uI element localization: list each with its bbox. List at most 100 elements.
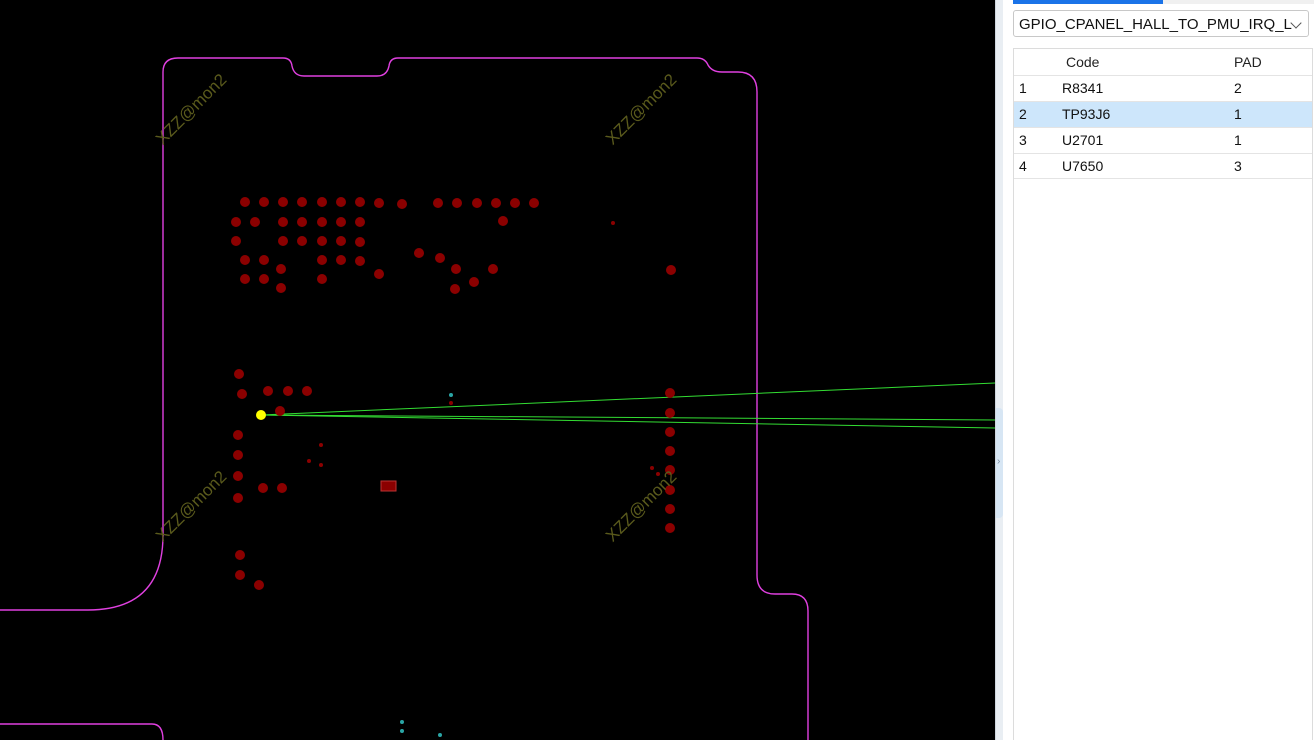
row-pad: 3 [1234, 158, 1242, 174]
pad[interactable] [374, 269, 384, 279]
pad[interactable] [259, 255, 269, 265]
pad[interactable] [297, 197, 307, 207]
pad[interactable] [235, 550, 245, 560]
column-header-pad[interactable]: PAD [1234, 49, 1262, 75]
pad[interactable] [488, 264, 498, 274]
row-code: R8341 [1062, 80, 1104, 96]
pad[interactable] [491, 198, 501, 208]
pad[interactable] [450, 284, 460, 294]
selected-pad[interactable] [256, 410, 266, 420]
pcb-drawing[interactable] [0, 0, 995, 740]
pad[interactable] [250, 217, 260, 227]
pad[interactable] [234, 369, 244, 379]
pad[interactable] [240, 197, 250, 207]
pad[interactable] [297, 217, 307, 227]
pad[interactable] [278, 197, 288, 207]
pad[interactable] [665, 408, 675, 418]
pad[interactable] [355, 237, 365, 247]
pad[interactable] [259, 197, 269, 207]
pad[interactable] [374, 198, 384, 208]
pad[interactable] [254, 580, 264, 590]
pad[interactable] [302, 386, 312, 396]
pad[interactable] [235, 570, 245, 580]
pad[interactable] [433, 198, 443, 208]
pad[interactable] [317, 217, 327, 227]
row-pad: 1 [1234, 132, 1242, 148]
pad[interactable] [472, 198, 482, 208]
pad[interactable] [317, 197, 327, 207]
pad[interactable] [277, 483, 287, 493]
pad[interactable] [452, 198, 462, 208]
small-pad [650, 466, 654, 470]
table-row-selected[interactable]: 2 TP93J6 1 [1014, 101, 1312, 127]
table-row[interactable]: 4 U7650 3 [1014, 153, 1312, 179]
pad[interactable] [317, 274, 327, 284]
pad[interactable] [355, 256, 365, 266]
net-select-dropdown[interactable]: GPIO_CPANEL_HALL_TO_PMU_IRQ_L [1013, 10, 1309, 37]
net-select-value: GPIO_CPANEL_HALL_TO_PMU_IRQ_L [1019, 16, 1292, 33]
pad[interactable] [529, 198, 539, 208]
pad[interactable] [278, 236, 288, 246]
pad[interactable] [469, 277, 479, 287]
table-row[interactable]: 3 U2701 1 [1014, 127, 1312, 153]
small-pad [611, 221, 615, 225]
pad[interactable] [665, 388, 675, 398]
via [438, 733, 442, 737]
pad[interactable] [237, 389, 247, 399]
pad[interactable] [240, 274, 250, 284]
pad[interactable] [666, 265, 676, 275]
pad[interactable] [240, 255, 250, 265]
pad[interactable] [276, 264, 286, 274]
small-pad [307, 459, 311, 463]
pad[interactable] [258, 483, 268, 493]
chevron-right-icon: › [997, 456, 1001, 467]
row-index: 4 [1019, 158, 1027, 174]
chevron-down-icon[interactable] [1290, 17, 1302, 29]
pad[interactable] [233, 471, 243, 481]
row-index: 1 [1019, 80, 1027, 96]
pad[interactable] [278, 217, 288, 227]
pad[interactable] [336, 236, 346, 246]
pad[interactable] [451, 264, 461, 274]
pad[interactable] [336, 197, 346, 207]
pad[interactable] [665, 523, 675, 533]
pad[interactable] [665, 504, 675, 514]
pad[interactable] [233, 450, 243, 460]
pad[interactable] [233, 430, 243, 440]
pad[interactable] [336, 217, 346, 227]
row-pad: 1 [1234, 106, 1242, 122]
ratsnest-line [260, 414, 995, 421]
pad[interactable] [297, 236, 307, 246]
tab-active-indicator[interactable] [1013, 0, 1163, 4]
pad[interactable] [259, 274, 269, 284]
column-header-code[interactable]: Code [1066, 49, 1099, 75]
row-pad: 2 [1234, 80, 1242, 96]
pad[interactable] [355, 217, 365, 227]
pad[interactable] [414, 248, 424, 258]
row-index: 3 [1019, 132, 1027, 148]
via [400, 720, 404, 724]
pad[interactable] [263, 386, 273, 396]
pcb-canvas[interactable]: XZZ@mon2 XZZ@mon2 XZZ@mon2 XZZ@mon2 [0, 0, 995, 740]
pad[interactable] [317, 236, 327, 246]
pad[interactable] [665, 427, 675, 437]
pad[interactable] [233, 493, 243, 503]
pad[interactable] [510, 198, 520, 208]
pad[interactable] [665, 446, 675, 456]
pad[interactable] [397, 199, 407, 209]
pad[interactable] [276, 283, 286, 293]
pad[interactable] [283, 386, 293, 396]
pad[interactable] [498, 216, 508, 226]
pad[interactable] [355, 197, 365, 207]
pad[interactable] [435, 253, 445, 263]
pad[interactable] [336, 255, 346, 265]
small-pad [319, 443, 323, 447]
pad[interactable] [317, 255, 327, 265]
row-code: U7650 [1062, 158, 1104, 174]
ratsnest-line [260, 382, 995, 416]
pad[interactable] [275, 406, 285, 416]
net-components-table: Code PAD 1 R8341 2 2 TP93J6 1 3 U2701 1 … [1013, 48, 1313, 740]
pad[interactable] [231, 217, 241, 227]
pad[interactable] [231, 236, 241, 246]
table-row[interactable]: 1 R8341 2 [1014, 75, 1312, 101]
